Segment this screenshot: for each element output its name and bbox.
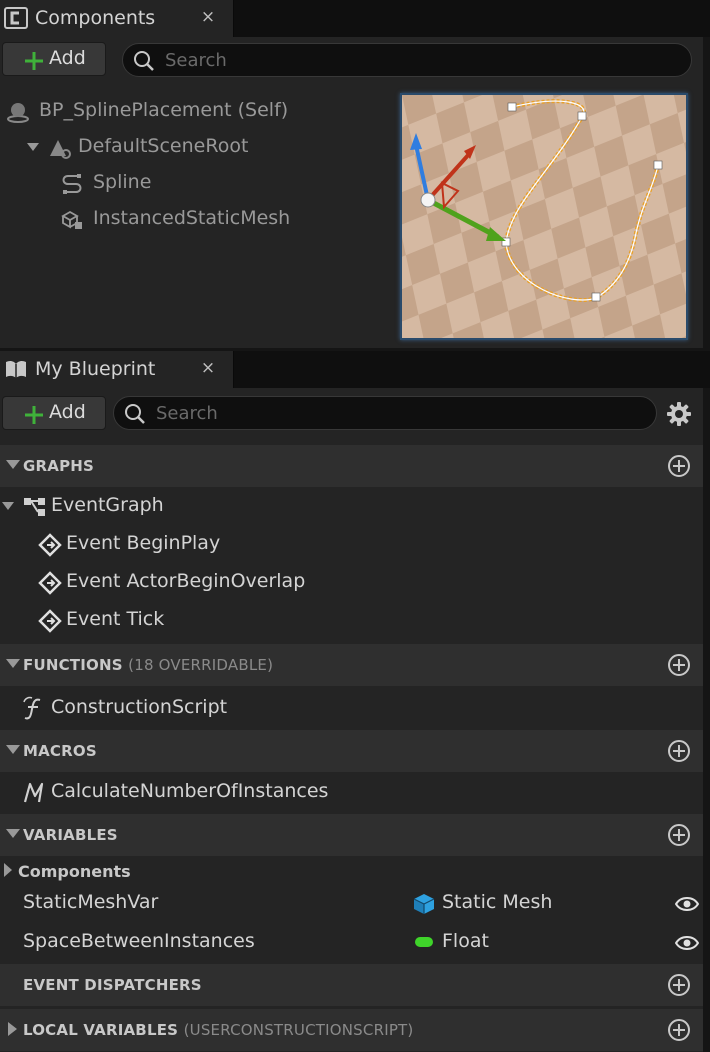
event-graph-icon — [24, 498, 45, 516]
event-label: Event BeginPlay — [66, 532, 221, 554]
search-icon — [125, 404, 145, 424]
event-icon — [38, 609, 62, 633]
section-graphs[interactable]: GRAPHS — [0, 445, 703, 487]
event-icon — [38, 533, 62, 557]
collapse-arrow-icon[interactable] — [6, 460, 20, 469]
circle-plus-icon[interactable] — [667, 739, 691, 763]
section-variables[interactable]: VARIABLES — [0, 814, 703, 856]
my-blueprint-panel: Add GRAPHS Eve — [0, 388, 703, 1052]
tab-title: My Blueprint — [35, 358, 156, 380]
class-icon — [4, 7, 28, 29]
section-title: EVENT DISPATCHERS — [23, 976, 202, 994]
tab-my-blueprint[interactable]: My Blueprint × — [0, 351, 234, 388]
scene-root-icon — [50, 140, 71, 159]
function-item-construction-script[interactable]: ConstructionScript — [0, 690, 703, 726]
tree-item-default-scene-root[interactable]: DefaultSceneRoot — [0, 131, 390, 164]
eye-icon[interactable] — [675, 935, 699, 951]
instanced-mesh-icon — [61, 210, 82, 229]
expand-arrow-icon[interactable] — [2, 502, 14, 510]
section-title: FUNCTIONS (18 OVERRIDABLE) — [23, 656, 273, 674]
float-type-icon — [415, 937, 433, 947]
section-title-text: LOCAL VARIABLES — [23, 1021, 179, 1039]
search-icon — [134, 51, 154, 71]
tab-title: Components — [35, 7, 156, 29]
section-functions[interactable]: FUNCTIONS (18 OVERRIDABLE) — [0, 644, 703, 686]
tree-label: Spline — [93, 171, 152, 193]
event-icon — [38, 571, 62, 595]
section-title: MACROS — [23, 742, 97, 760]
section-subtitle: (USERCONSTRUCTIONSCRIPT) — [183, 1021, 414, 1039]
circle-plus-icon[interactable] — [667, 973, 691, 997]
section-macros[interactable]: MACROS — [0, 730, 703, 772]
function-icon — [23, 696, 41, 720]
section-subtitle: (18 OVERRIDABLE) — [128, 656, 274, 674]
static-mesh-type-icon — [413, 894, 435, 914]
tree-label: DefaultSceneRoot — [78, 135, 249, 157]
expand-arrow-icon[interactable] — [4, 863, 12, 877]
event-item-tick[interactable]: Event Tick — [0, 602, 703, 638]
variable-type: Static Mesh — [442, 891, 553, 913]
variable-row-space-between-instances[interactable]: SpaceBetweenInstances Float — [0, 927, 703, 963]
section-title-text: FUNCTIONS — [23, 656, 123, 674]
section-title: VARIABLES — [23, 826, 118, 844]
macro-icon — [23, 782, 44, 803]
actor-icon — [7, 103, 29, 123]
circle-plus-icon[interactable] — [667, 454, 691, 478]
circle-plus-icon[interactable] — [667, 653, 691, 677]
collapse-arrow-icon[interactable] — [6, 659, 20, 668]
variable-type: Float — [442, 930, 489, 952]
event-item-actor-begin-overlap[interactable]: Event ActorBeginOverlap — [0, 564, 703, 600]
search-input[interactable] — [156, 400, 590, 426]
function-label: ConstructionScript — [51, 696, 228, 718]
tree-item-instanced-static-mesh[interactable]: InstancedStaticMesh — [0, 203, 390, 236]
eye-icon[interactable] — [675, 896, 699, 912]
event-label: Event Tick — [66, 608, 165, 630]
plus-icon — [25, 406, 43, 424]
viewport-preview[interactable] — [400, 93, 688, 340]
gear-icon[interactable] — [666, 401, 692, 427]
macro-item-calculate-number-of-instances[interactable]: CalculateNumberOfInstances — [0, 774, 703, 810]
event-item-begin-play[interactable]: Event BeginPlay — [0, 526, 703, 562]
close-icon[interactable]: × — [197, 356, 219, 380]
event-label: Event ActorBeginOverlap — [66, 570, 306, 592]
graph-label: EventGraph — [51, 494, 164, 516]
tree-item-spline[interactable]: Spline — [0, 167, 390, 200]
add-component-button[interactable]: Add — [2, 42, 106, 76]
components-panel: Add BP_SplinePlacement (Self) DefaultSce… — [0, 37, 703, 348]
variable-category-components[interactable]: Components — [0, 858, 703, 888]
search-input[interactable] — [165, 47, 620, 73]
viewport-scene — [402, 95, 686, 338]
collapse-arrow-icon[interactable] — [6, 829, 20, 838]
circle-plus-icon[interactable] — [667, 823, 691, 847]
section-title: LOCAL VARIABLES (USERCONSTRUCTIONSCRIPT) — [23, 1021, 413, 1039]
close-icon[interactable]: × — [197, 5, 219, 29]
blueprint-search[interactable] — [113, 396, 657, 430]
circle-plus-icon[interactable] — [667, 1018, 691, 1042]
tree-label: BP_SplinePlacement (Self) — [39, 99, 289, 121]
section-title: GRAPHS — [23, 457, 95, 475]
add-label: Add — [49, 47, 86, 69]
book-icon — [6, 360, 26, 378]
tab-components[interactable]: Components × — [0, 0, 234, 37]
blueprint-tabstrip: My Blueprint × — [0, 351, 710, 388]
components-search[interactable] — [122, 43, 692, 77]
tree-item-self[interactable]: BP_SplinePlacement (Self) — [0, 95, 390, 128]
expand-arrow-icon[interactable] — [27, 143, 39, 151]
tree-label: InstancedStaticMesh — [93, 207, 291, 229]
category-label: Components — [18, 862, 131, 881]
variable-name: StaticMeshVar — [23, 891, 159, 913]
add-blueprint-item-button[interactable]: Add — [2, 396, 106, 430]
add-label: Add — [49, 401, 86, 423]
collapse-arrow-icon[interactable] — [6, 745, 20, 754]
spline-icon — [62, 174, 82, 194]
graph-item-event-graph[interactable]: EventGraph — [0, 488, 703, 524]
variable-name: SpaceBetweenInstances — [23, 930, 255, 952]
section-local-variables[interactable]: LOCAL VARIABLES (USERCONSTRUCTIONSCRIPT) — [0, 1009, 703, 1051]
macro-label: CalculateNumberOfInstances — [51, 780, 329, 802]
variable-row-static-mesh-var[interactable]: StaticMeshVar Static Mesh — [0, 888, 703, 924]
plus-icon — [25, 52, 43, 70]
section-event-dispatchers[interactable]: EVENT DISPATCHERS — [0, 964, 703, 1006]
components-tabstrip: Components × — [0, 0, 710, 37]
expand-arrow-icon[interactable] — [8, 1022, 17, 1036]
